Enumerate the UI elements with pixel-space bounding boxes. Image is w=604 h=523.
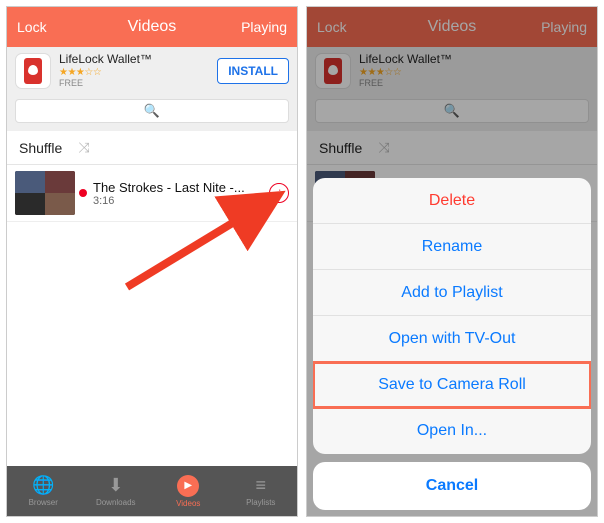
sheet-add-to-playlist[interactable]: Add to Playlist [313,270,591,316]
shuffle-bar[interactable]: Shuffle ⤨ [307,131,597,165]
tab-label: Browser [29,498,58,507]
search-input[interactable]: 🔍 [15,99,289,123]
sheet-save-camera-roll[interactable]: Save to Camera Roll [313,362,591,408]
tab-videos[interactable]: ▶ Videos [152,466,225,516]
shuffle-icon: ⤨ [378,139,389,156]
list-icon: ≡ [255,475,266,496]
navbar: Lock Videos Playing [7,7,297,47]
sheet-rename[interactable]: Rename [313,224,591,270]
navbar: Lock Videos Playing [307,7,597,47]
search-icon: 🔍 [444,103,460,119]
searchbar-wrap: 🔍 [7,95,297,131]
ad-title: LifeLock Wallet™ [59,53,209,67]
sheet-cancel[interactable]: Cancel [313,462,591,510]
nav-lock-button[interactable]: Lock [17,19,47,35]
tab-playlists[interactable]: ≡ Playlists [225,466,298,516]
ad-price: FREE [359,78,589,88]
sheet-delete[interactable]: Delete [313,178,591,224]
video-thumbnail [15,171,75,215]
download-icon: ⬇ [108,475,123,496]
ad-rating-stars: ★★★☆☆ [59,67,209,79]
video-list: The Strokes - Last Nite -... 3:16 i [7,165,297,466]
tab-browser[interactable]: 🌐 Browser [7,466,80,516]
tab-bar: 🌐 Browser ⬇ Downloads ▶ Videos ≡ Playlis… [7,466,297,516]
play-icon: ▶ [177,475,199,497]
search-input[interactable]: 🔍 [315,99,589,123]
action-sheet: Delete Rename Add to Playlist Open with … [313,178,591,510]
tab-label: Downloads [96,498,136,507]
ad-banner: LifeLock Wallet™ ★★★☆☆ FREE [307,47,597,95]
install-button[interactable]: INSTALL [217,58,289,84]
sheet-open-in[interactable]: Open In... [313,408,591,454]
ad-rating-stars: ★★★☆☆ [359,67,589,79]
video-title: The Strokes - Last Nite -... [93,180,269,195]
ad-price: FREE [59,78,209,88]
tab-label: Playlists [246,498,275,507]
searchbar-wrap: 🔍 [307,95,597,131]
shuffle-bar[interactable]: Shuffle ⤨ [7,131,297,165]
unplayed-dot-icon [79,189,87,197]
screen-left: Lock Videos Playing LifeLock Wallet™ ★★★… [6,6,298,517]
nav-playing-button[interactable]: Playing [241,19,287,35]
ad-banner: LifeLock Wallet™ ★★★☆☆ FREE INSTALL [7,47,297,95]
shuffle-label: Shuffle [19,140,62,156]
ad-title: LifeLock Wallet™ [359,53,589,67]
nav-playing-button[interactable]: Playing [541,19,587,35]
video-duration: 3:16 [93,195,269,207]
tab-label: Videos [176,499,200,508]
ad-app-icon [15,53,51,89]
action-sheet-options: Delete Rename Add to Playlist Open with … [313,178,591,454]
screen-right: Lock Videos Playing LifeLock Wallet™ ★★★… [306,6,598,517]
search-icon: 🔍 [144,103,160,119]
nav-lock-button[interactable]: Lock [317,19,347,35]
ad-app-icon [315,53,351,89]
info-button[interactable]: i [269,183,289,203]
video-row[interactable]: The Strokes - Last Nite -... 3:16 i [7,165,297,222]
tab-downloads[interactable]: ⬇ Downloads [80,466,153,516]
globe-icon: 🌐 [32,475,54,496]
sheet-open-tv-out[interactable]: Open with TV-Out [313,316,591,362]
shuffle-icon: ⤨ [78,139,89,156]
shuffle-label: Shuffle [319,140,362,156]
